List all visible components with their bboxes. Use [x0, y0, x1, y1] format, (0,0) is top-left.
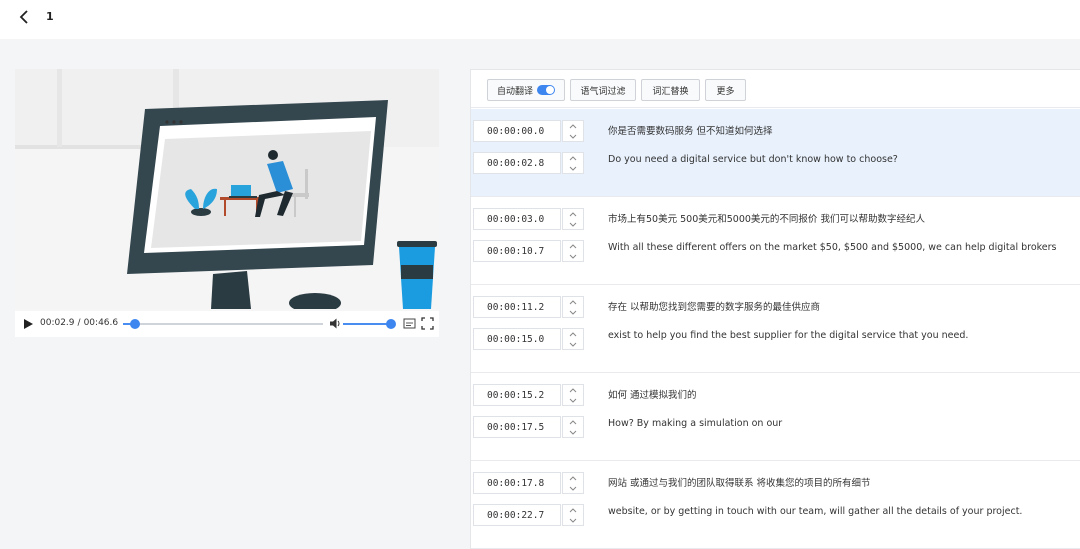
chevron-down-icon[interactable] — [563, 251, 583, 261]
video-player[interactable]: 00:02.9/00:46.6 — [15, 69, 439, 337]
play-icon[interactable] — [22, 318, 34, 330]
chevron-down-icon[interactable] — [563, 427, 583, 437]
chevron-down-icon[interactable] — [563, 515, 583, 525]
subtitle-source-text[interactable]: 你是否需要数码服务 但不知道如何选择 — [608, 123, 1073, 137]
current-time: 00:02.9 — [40, 318, 75, 328]
end-time-stepper[interactable] — [562, 152, 584, 174]
chevron-up-icon[interactable] — [563, 297, 583, 307]
subtitle-translation-text[interactable]: How? By making a simulation on our — [608, 418, 1073, 429]
end-time-stepper[interactable] — [562, 416, 584, 438]
end-time-input[interactable]: 00:00:10.7 — [473, 240, 561, 262]
fullscreen-icon[interactable] — [421, 317, 434, 330]
chevron-up-icon[interactable] — [563, 153, 583, 163]
start-time-input[interactable]: 00:00:00.0 — [473, 120, 561, 142]
end-time-input[interactable]: 00:00:02.8 — [473, 152, 561, 174]
start-time-stepper[interactable] — [562, 296, 584, 318]
toggle-switch-icon[interactable] — [537, 85, 555, 95]
start-time-input[interactable]: 00:00:11.2 — [473, 296, 561, 318]
subtitle-translation-text[interactable]: exist to help you find the best supplier… — [608, 330, 1073, 341]
time-separator: / — [77, 318, 81, 328]
end-time-stepper[interactable] — [562, 328, 584, 350]
start-time-stepper[interactable] — [562, 472, 584, 494]
editor-toolbar: 自动翻译 语气词过滤 词汇替换 更多 — [471, 70, 1080, 108]
chevron-left-icon — [19, 10, 28, 24]
start-time-input[interactable]: 00:00:15.2 — [473, 384, 561, 406]
duration: 00:46.6 — [83, 318, 119, 328]
start-time-stepper[interactable] — [562, 120, 584, 142]
auto-translate-toggle[interactable]: 自动翻译 — [487, 79, 565, 101]
chevron-up-icon[interactable] — [563, 385, 583, 395]
start-time-stepper[interactable] — [562, 208, 584, 230]
progress-handle[interactable] — [130, 319, 141, 329]
subtitle-icon[interactable] — [403, 317, 416, 330]
chevron-down-icon[interactable] — [563, 163, 583, 173]
start-time-input[interactable]: 00:00:03.0 — [473, 208, 561, 230]
chevron-up-icon[interactable] — [563, 417, 583, 427]
filler-filter-button[interactable]: 语气词过滤 — [570, 79, 636, 101]
progress-bar[interactable] — [123, 319, 323, 329]
chevron-down-icon[interactable] — [563, 307, 583, 317]
volume-icon[interactable] — [329, 317, 342, 330]
chevron-down-icon[interactable] — [563, 339, 583, 349]
subtitle-source-text[interactable]: 市场上有50美元 500美元和5000美元的不同报价 我们可以帮助数字经纪人 — [608, 211, 1073, 225]
subtitle-row[interactable]: 00:00:03.0 00:00:10.7 市场上有50美元 500美元和5000美… — [471, 197, 1080, 285]
chevron-up-icon[interactable] — [563, 121, 583, 131]
subtitle-translation-text[interactable]: Do you need a digital service but don't … — [608, 154, 1073, 165]
subtitle-translation-text[interactable]: With all these different offers on the m… — [608, 242, 1073, 253]
playback-time: 00:02.9/00:46.6 — [40, 318, 118, 328]
start-time-input[interactable]: 00:00:17.8 — [473, 472, 561, 494]
subtitle-source-text[interactable]: 网站 或通过与我们的团队取得联系 将收集您的项目的所有细节 — [608, 475, 1073, 489]
player-controls: 00:02.9/00:46.6 — [15, 311, 439, 337]
chevron-down-icon[interactable] — [563, 131, 583, 141]
subtitle-row[interactable]: 00:00:17.8 00:00:22.7 网站 或通过与我们的团队取得联系 将收集… — [471, 461, 1080, 549]
subtitle-source-text[interactable]: 如何 通过模拟我们的 — [608, 387, 1073, 401]
chevron-down-icon[interactable] — [563, 219, 583, 229]
subtitle-source-text[interactable]: 存在 以帮助您找到您需要的数字服务的最佳供应商 — [608, 299, 1073, 313]
subtitle-translation-text[interactable]: website, or by getting in touch with our… — [608, 506, 1073, 517]
auto-translate-label: 自动翻译 — [496, 86, 533, 97]
chevron-down-icon[interactable] — [563, 483, 583, 493]
chevron-up-icon[interactable] — [563, 473, 583, 483]
vocab-replace-button[interactable]: 词汇替换 — [641, 79, 700, 101]
end-time-input[interactable]: 00:00:15.0 — [473, 328, 561, 350]
chevron-down-icon[interactable] — [563, 395, 583, 405]
volume-handle[interactable] — [386, 319, 396, 329]
top-bar: 1 — [0, 0, 1080, 39]
chevron-up-icon[interactable] — [563, 505, 583, 515]
volume-fill — [343, 323, 391, 325]
subtitle-row[interactable]: 00:00:00.0 00:00:02.8 你是否需要数码服务 但不知道如何选择 Do… — [471, 109, 1080, 197]
video-frame[interactable] — [15, 69, 439, 309]
back-button[interactable] — [13, 6, 35, 28]
subtitle-editor: 自动翻译 语气词过滤 词汇替换 更多 00:00:00.0 00:00:02.8 你… — [470, 69, 1080, 549]
subtitle-row[interactable]: 00:00:11.2 00:00:15.0 存在 以帮助您找到您需要的数字服务的最佳… — [471, 285, 1080, 373]
subtitle-row[interactable]: 00:00:15.2 00:00:17.5 如何 通过模拟我们的 How? By ma… — [471, 373, 1080, 461]
page-number: 1 — [46, 10, 54, 23]
end-time-stepper[interactable] — [562, 504, 584, 526]
end-time-input[interactable]: 00:00:17.5 — [473, 416, 561, 438]
chevron-up-icon[interactable] — [563, 209, 583, 219]
end-time-stepper[interactable] — [562, 240, 584, 262]
chevron-up-icon[interactable] — [563, 241, 583, 251]
volume-slider[interactable] — [343, 319, 396, 329]
chevron-up-icon[interactable] — [563, 329, 583, 339]
end-time-input[interactable]: 00:00:22.7 — [473, 504, 561, 526]
more-button[interactable]: 更多 — [705, 79, 746, 101]
start-time-stepper[interactable] — [562, 384, 584, 406]
